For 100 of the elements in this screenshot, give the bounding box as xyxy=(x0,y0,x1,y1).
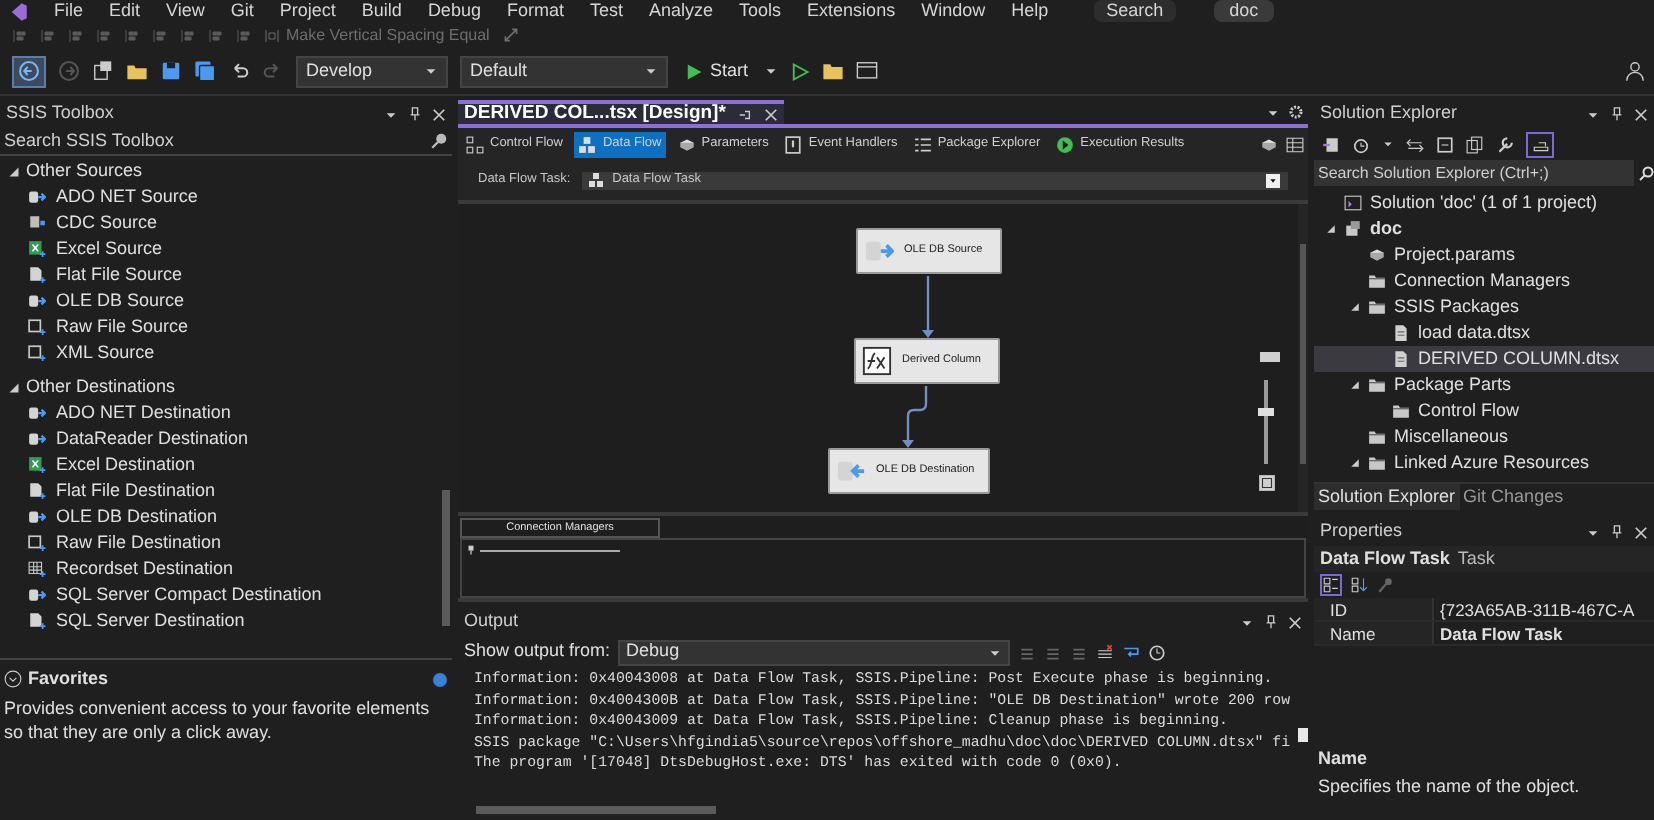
search-field[interactable]: Search SSIS Toolbox xyxy=(4,127,384,155)
scrollbar-thumb[interactable] xyxy=(1298,728,1308,742)
pin-icon[interactable] xyxy=(737,107,752,121)
align-icon[interactable] xyxy=(208,27,224,43)
toolbox-item[interactable]: ADO NET Destination xyxy=(0,400,440,426)
align-icon[interactable] xyxy=(124,27,140,43)
copy-icon[interactable] xyxy=(1466,135,1484,153)
pin-icon[interactable] xyxy=(1610,106,1624,122)
property-value[interactable]: Data Flow Task xyxy=(1434,622,1654,644)
word-wrap-icon[interactable] xyxy=(1122,643,1141,661)
toolbox-item[interactable]: Raw File Destination xyxy=(0,530,440,556)
collapse-all-icon[interactable] xyxy=(1436,135,1454,153)
menu-item[interactable]: File xyxy=(54,0,84,22)
resize-icon[interactable] xyxy=(501,26,520,44)
scrollbar-thumb[interactable] xyxy=(476,806,716,814)
tree-item[interactable]: SSIS Packages xyxy=(1314,294,1654,320)
dropdown-icon[interactable] xyxy=(1240,615,1254,629)
undo-icon[interactable] xyxy=(228,60,250,82)
menu-item[interactable]: Git xyxy=(230,0,254,22)
pin-icon[interactable] xyxy=(1610,524,1624,540)
expand-arrow-icon[interactable] xyxy=(8,165,20,177)
panel-tab[interactable]: Git Changes xyxy=(1459,484,1568,510)
dropdown-icon[interactable] xyxy=(1586,107,1600,121)
menu-item[interactable]: Project xyxy=(279,0,336,22)
toolbox-item[interactable]: OLE DB Destination xyxy=(0,504,440,530)
tree-item[interactable]: load data.dtsx xyxy=(1314,320,1654,346)
connector-arrow[interactable] xyxy=(922,276,934,338)
toolbox-item[interactable]: Flat File Source xyxy=(0,262,440,288)
toolbox-item[interactable]: DataReader Destination xyxy=(0,426,440,452)
caret-icon[interactable] xyxy=(764,64,779,78)
menu-item[interactable]: Window xyxy=(921,0,986,22)
slider-thumb[interactable] xyxy=(1258,407,1274,416)
start-button[interactable]: Start xyxy=(680,55,753,87)
history-icon[interactable] xyxy=(1352,135,1370,153)
variables-icon[interactable] xyxy=(1260,135,1278,153)
menu-item[interactable]: Extensions xyxy=(807,0,896,22)
align-icon[interactable] xyxy=(12,27,28,43)
zoom-to-fit-icon[interactable] xyxy=(1258,474,1276,492)
toolbox-item[interactable]: CDC Source xyxy=(0,210,440,236)
tree-item[interactable]: Control Flow xyxy=(1314,398,1654,424)
dropdown-icon[interactable] xyxy=(1586,525,1600,539)
start-without-debugging-icon[interactable] xyxy=(790,61,811,81)
toolbox-item[interactable]: Excel Destination xyxy=(0,452,440,478)
alphabetical-icon[interactable] xyxy=(1350,576,1368,594)
scrollbar-thumb[interactable] xyxy=(442,490,450,626)
settings-icon[interactable] xyxy=(1288,104,1304,120)
configuration-dropdown[interactable]: Develop xyxy=(296,55,448,87)
caret-icon[interactable] xyxy=(1382,138,1394,150)
search-box[interactable]: Search xyxy=(1094,0,1176,22)
navigate-back-button[interactable] xyxy=(12,55,46,87)
menu-item[interactable]: Tools xyxy=(739,0,782,22)
toolbox-item[interactable]: Flat File Destination xyxy=(0,478,440,504)
tree-item[interactable]: Package Parts xyxy=(1314,372,1654,398)
toolbox-item[interactable]: SQL Server Destination xyxy=(0,608,440,634)
panel-tab[interactable]: Solution Explorer xyxy=(1314,484,1460,510)
property-value[interactable]: {723A65AB-311B-467C-A xyxy=(1434,598,1654,620)
tree-item[interactable]: Project.params xyxy=(1314,242,1654,268)
expand-arrow-icon[interactable] xyxy=(1350,380,1360,390)
close-icon[interactable] xyxy=(1288,615,1302,629)
toolbox-item[interactable]: OLE DB Source xyxy=(0,288,440,314)
folder-icon[interactable] xyxy=(822,60,845,82)
menu-item[interactable]: Edit xyxy=(109,0,141,22)
group-header[interactable]: Other Destinations xyxy=(26,373,176,401)
save-all-icon[interactable] xyxy=(194,60,216,82)
pin-icon[interactable] xyxy=(408,106,422,122)
toolbox-item[interactable]: SQL Server Compact Destination xyxy=(0,582,440,608)
menu-item[interactable]: Format xyxy=(506,0,564,22)
dropdown-icon[interactable] xyxy=(1266,105,1280,119)
align-icon[interactable] xyxy=(40,27,56,43)
open-folder-icon[interactable] xyxy=(126,60,148,82)
align-icon[interactable] xyxy=(180,27,196,43)
preview-button[interactable] xyxy=(1526,131,1554,157)
menu-item[interactable]: Analyze xyxy=(649,0,714,22)
close-icon[interactable] xyxy=(1634,525,1648,539)
dropdown-icon[interactable] xyxy=(384,107,398,121)
pin-icon[interactable] xyxy=(1264,614,1278,630)
save-icon[interactable] xyxy=(160,60,182,82)
window-icon[interactable] xyxy=(856,60,879,82)
scrollbar-thumb[interactable] xyxy=(1300,244,1306,464)
tree-item[interactable]: Miscellaneous xyxy=(1314,424,1654,450)
key-icon[interactable] xyxy=(1376,576,1394,594)
menu-item[interactable]: Help xyxy=(1011,0,1049,22)
platform-dropdown[interactable]: Default xyxy=(460,55,668,87)
toolbox-item[interactable]: XML Source xyxy=(0,340,440,366)
group-header[interactable]: Other Sources xyxy=(26,157,143,185)
clear-all-icon[interactable] xyxy=(1096,643,1115,661)
object-selector[interactable]: Data Flow Task Task xyxy=(1314,546,1654,572)
new-project-icon[interactable] xyxy=(92,60,114,82)
close-icon[interactable] xyxy=(1634,107,1648,121)
clock-icon[interactable] xyxy=(1148,643,1167,661)
close-icon[interactable] xyxy=(763,107,778,121)
document-tab[interactable]: DERIVED COL...tsx [Design]* xyxy=(458,100,784,124)
align-icon[interactable] xyxy=(236,27,252,43)
collapse-circle-icon[interactable] xyxy=(4,670,22,689)
tree-item[interactable]: DERIVED COLUMN.dtsx xyxy=(1314,346,1654,372)
categorized-button[interactable] xyxy=(1320,574,1342,596)
toolbox-item[interactable]: Recordset Destination xyxy=(0,556,440,582)
close-icon[interactable] xyxy=(432,107,446,121)
expand-arrow-icon[interactable] xyxy=(1350,302,1360,312)
toolbox-item[interactable]: Excel Source xyxy=(0,236,440,262)
